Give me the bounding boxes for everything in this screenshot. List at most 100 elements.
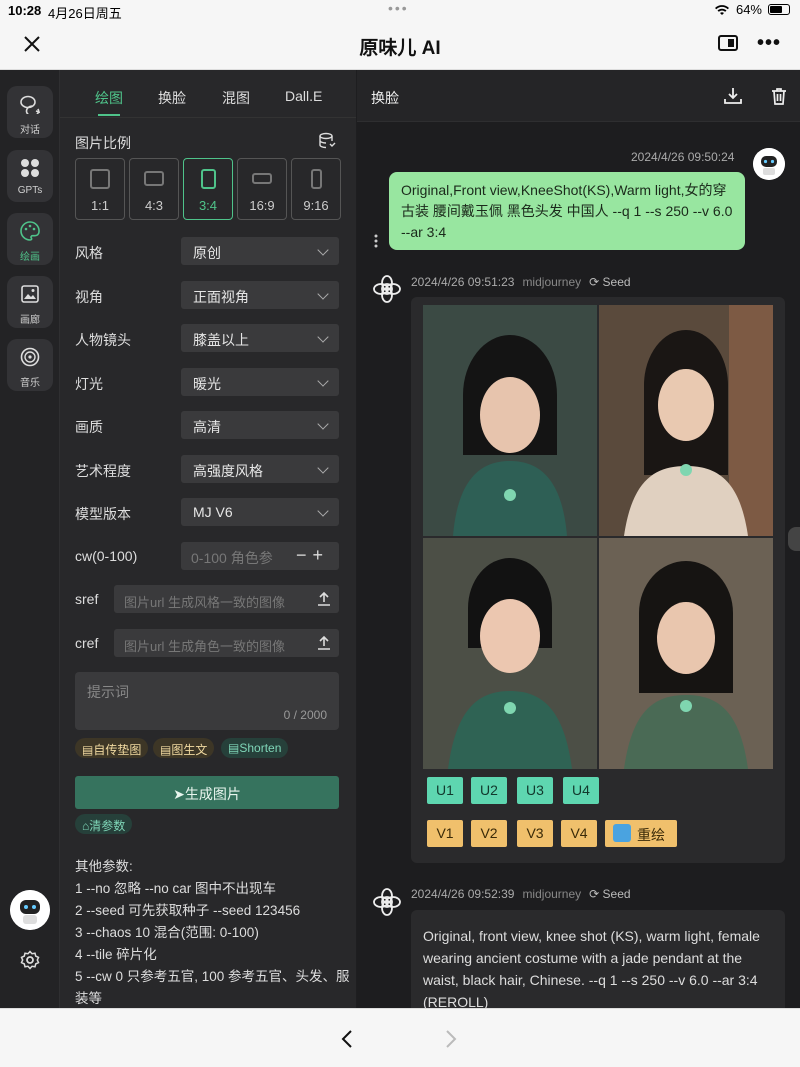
prompt-textarea[interactable]: 提示词 0 / 2000 bbox=[75, 672, 339, 730]
upscale-u2-button[interactable]: U2 bbox=[471, 777, 507, 804]
style-select[interactable]: 原创 bbox=[181, 237, 339, 265]
quality-select[interactable]: 高清 bbox=[181, 411, 339, 439]
user-message-bubble[interactable]: Original,Front view,KneeShot(KS),Warm li… bbox=[389, 172, 745, 250]
rail-item-gallery[interactable]: 画廊 bbox=[7, 276, 53, 328]
view-label: 视角 bbox=[75, 289, 103, 305]
select-value: 原创 bbox=[193, 245, 221, 261]
model-select[interactable]: MJ V6 bbox=[181, 498, 339, 526]
cref-placeholder: 图片url 生成角色一致的图像 bbox=[124, 639, 286, 654]
bot-msg-1-meta: 2024/4/26 09:51:23 midjourney ⟳ Seed bbox=[411, 275, 631, 289]
upload-icon[interactable] bbox=[317, 634, 331, 650]
cref-label: cref bbox=[75, 635, 99, 651]
shot-select[interactable]: 膝盖以上 bbox=[181, 324, 339, 352]
view-select[interactable]: 正面视角 bbox=[181, 281, 339, 309]
ratio-option-16-9[interactable]: 16:9 bbox=[237, 158, 287, 220]
ratio-option-1-1[interactable]: 1:1 bbox=[75, 158, 125, 220]
bot-msg-source: midjourney bbox=[522, 275, 582, 289]
chip-label: 图生文 bbox=[171, 743, 208, 757]
tab-faceswap[interactable]: 换脸 bbox=[158, 88, 186, 108]
openai-icon bbox=[373, 888, 401, 916]
generated-image-3[interactable] bbox=[423, 538, 597, 769]
gear-icon[interactable] bbox=[20, 950, 40, 970]
clear-params-button[interactable]: ⌂清参数 bbox=[75, 814, 133, 834]
chevron-down-icon bbox=[317, 418, 329, 430]
tab-dalle[interactable]: Dall.E bbox=[285, 88, 322, 104]
ratio-shape bbox=[310, 169, 322, 189]
generate-image-button[interactable]: ➤生成图片 bbox=[75, 776, 339, 809]
params-line: 其他参数: bbox=[75, 859, 133, 874]
mode-tabs: 绘图 换脸 混图 Dall.E bbox=[60, 70, 356, 118]
chat-header: 换脸 bbox=[357, 70, 800, 122]
generated-image-4[interactable] bbox=[599, 538, 773, 769]
reroll-button[interactable]: 重绘 bbox=[605, 820, 677, 847]
forward-arrow-icon[interactable] bbox=[444, 1029, 458, 1049]
bot-msg-time: 2024/4/26 09:52:39 bbox=[411, 887, 515, 901]
generated-image-1[interactable] bbox=[423, 305, 597, 536]
stylize-select[interactable]: 高强度风格 bbox=[181, 455, 339, 483]
rail-item-gpts[interactable]: GPTs bbox=[7, 150, 53, 202]
bot-reply-text: Original, front view, knee shot (KS), wa… bbox=[411, 910, 785, 1008]
params-help: 其他参数: 1 --no 忽略 --no car 图中不出现车 2 --seed… bbox=[75, 856, 350, 1008]
generated-image-2[interactable] bbox=[599, 305, 773, 536]
clear-label: 清参数 bbox=[89, 819, 126, 833]
wifi-icon bbox=[714, 4, 729, 15]
battery-icon bbox=[768, 4, 790, 15]
rail-item-music[interactable]: 音乐 bbox=[7, 339, 53, 391]
reroll-label: 重绘 bbox=[637, 827, 665, 843]
image-to-text-chip[interactable]: ▤图生文 bbox=[153, 738, 215, 758]
palette-icon bbox=[20, 221, 40, 241]
select-value: 膝盖以上 bbox=[193, 332, 249, 348]
avatar[interactable] bbox=[10, 890, 50, 930]
params-line: 1 --no 忽略 --no car 图中不出现车 bbox=[75, 881, 277, 896]
ratio-option-3-4[interactable]: 3:4 bbox=[183, 158, 233, 220]
upscale-u1-button[interactable]: U1 bbox=[427, 777, 463, 804]
cw-stepper[interactable]: 0-100 角色参 −+ bbox=[181, 542, 339, 570]
params-line: 2 --seed 可先获取种子 --seed 123456 bbox=[75, 903, 301, 918]
trash-icon[interactable] bbox=[769, 86, 789, 106]
upscale-u3-button[interactable]: U3 bbox=[517, 777, 553, 804]
ratio-shape bbox=[200, 169, 216, 189]
rail-item-draw[interactable]: 绘画 bbox=[7, 213, 53, 265]
rail-label: 绘画 bbox=[20, 252, 40, 263]
chat-area: 换脸 2024/4/26 09:50:24 Original,Front vie… bbox=[357, 70, 800, 1008]
lighting-select[interactable]: 暖光 bbox=[181, 368, 339, 396]
select-value: 高清 bbox=[193, 419, 221, 435]
collapse-handle[interactable] bbox=[788, 527, 800, 551]
sref-input[interactable]: 图片url 生成风格一致的图像 bbox=[114, 585, 339, 613]
upload-icon[interactable] bbox=[317, 590, 331, 606]
seed-link[interactable]: ⟳ Seed bbox=[589, 275, 630, 289]
rail-item-chat[interactable]: 对话 bbox=[7, 86, 53, 138]
sref-placeholder: 图片url 生成风格一致的图像 bbox=[124, 595, 286, 610]
shorten-chip[interactable]: ▤Shorten bbox=[221, 738, 289, 758]
tab-draw[interactable]: 绘图 bbox=[95, 88, 123, 108]
quality-label: 画质 bbox=[75, 419, 103, 435]
browser-nav-bar bbox=[0, 1008, 800, 1067]
image-grid[interactable] bbox=[423, 305, 773, 769]
variation-v2-button[interactable]: V2 bbox=[471, 820, 507, 847]
upload-base-image-chip[interactable]: ▤自传垫图 bbox=[75, 738, 149, 758]
more-options-icon[interactable]: ••• bbox=[757, 32, 781, 55]
seed-link[interactable]: ⟳ Seed bbox=[589, 887, 630, 901]
prompt-counter: 0 / 2000 bbox=[283, 708, 327, 722]
message-menu-icon[interactable] bbox=[374, 234, 378, 248]
download-icon[interactable] bbox=[723, 86, 743, 106]
tab-blend[interactable]: 混图 bbox=[222, 88, 250, 108]
plus-minus-icon[interactable]: −+ bbox=[296, 545, 329, 566]
variation-v4-button[interactable]: V4 bbox=[561, 820, 597, 847]
style-label: 风格 bbox=[75, 245, 103, 261]
sidebar-toggle-icon[interactable] bbox=[718, 35, 738, 51]
cw-label: cw(0-100) bbox=[75, 548, 138, 564]
ratio-option-4-3[interactable]: 4:3 bbox=[129, 158, 179, 220]
variation-v3-button[interactable]: V3 bbox=[517, 820, 553, 847]
cref-input[interactable]: 图片url 生成角色一致的图像 bbox=[114, 629, 339, 657]
variation-v1-button[interactable]: V1 bbox=[427, 820, 463, 847]
upscale-u4-button[interactable]: U4 bbox=[563, 777, 599, 804]
shot-label: 人物镜头 bbox=[75, 332, 131, 348]
multitask-dots[interactable]: ••• bbox=[388, 0, 409, 16]
database-icon[interactable] bbox=[318, 132, 336, 150]
back-arrow-icon[interactable] bbox=[340, 1029, 354, 1049]
ratio-label: 图片比例 bbox=[75, 135, 131, 151]
ratio-option-9-16[interactable]: 9:16 bbox=[291, 158, 341, 220]
stylize-label: 艺术程度 bbox=[75, 463, 131, 479]
model-label: 模型版本 bbox=[75, 506, 131, 522]
